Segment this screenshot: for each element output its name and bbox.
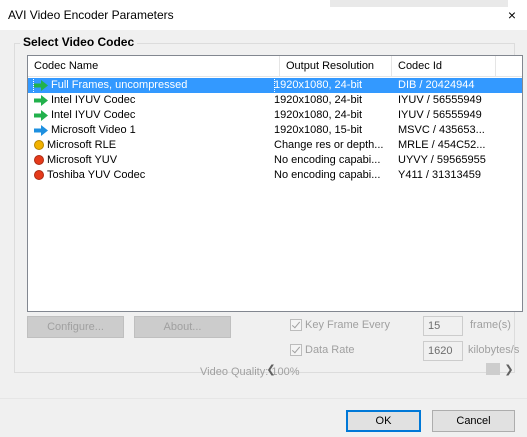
codec-row[interactable]: Toshiba YUV Codec No encoding capabi... Y4…: [28, 168, 522, 183]
codec-row[interactable]: Microsoft Video 1 1920x1080, 15-bit MSVC /…: [28, 123, 522, 138]
data-rate-label: Data Rate: [305, 344, 355, 356]
column-header-output-resolution[interactable]: Output Resolution: [280, 56, 392, 76]
configure-button[interactable]: Configure...: [27, 316, 124, 338]
list-header: Codec Name Output Resolution Codec Id: [28, 56, 522, 77]
yellow-dot-icon: [34, 140, 44, 151]
codec-name-cell: Intel IYUV Codec: [34, 108, 274, 123]
codec-row[interactable]: Intel IYUV Codec 1920x1080, 24-bit IYUV / …: [28, 108, 522, 123]
codec-id-cell: MSVC / 435653...: [398, 124, 485, 136]
title-bar: AVI Video Encoder Parameters ×: [0, 0, 527, 30]
codec-name: Microsoft YUV: [47, 154, 118, 166]
codec-name: Toshiba YUV Codec: [47, 169, 146, 181]
data-rate-input[interactable]: 1620: [423, 341, 463, 361]
codec-row[interactable]: Microsoft YUV No encoding capabi... UYVY /…: [28, 153, 522, 168]
codec-row[interactable]: Microsoft RLE Change res or depth... MRLE …: [28, 138, 522, 153]
data-rate-unit: kilobytes/s: [468, 344, 520, 356]
codec-name-cell: Full Frames, uncompressed: [33, 77, 275, 94]
green-arrow-icon: [34, 109, 48, 121]
codec-id-cell: IYUV / 56555949: [398, 109, 482, 121]
close-button[interactable]: ×: [497, 0, 527, 30]
about-button[interactable]: About...: [134, 316, 231, 338]
codec-name-cell: Microsoft Video 1: [34, 123, 274, 138]
output-resolution-cell: 1920x1080, 24-bit: [274, 109, 363, 121]
output-resolution-cell: 1920x1080, 24-bit: [274, 94, 363, 106]
green-arrow-icon: [34, 94, 48, 106]
column-header-codec-name[interactable]: Codec Name: [28, 56, 280, 76]
codec-id-cell: MRLE / 454C52...: [398, 139, 486, 151]
red-dot-icon: [34, 170, 44, 181]
video-quality-label: Video Quality: 100%: [200, 366, 300, 378]
codec-list[interactable]: Codec Name Output Resolution Codec Id Fu…: [27, 55, 523, 312]
key-frame-label: Key Frame Every: [305, 319, 390, 331]
codec-row[interactable]: Full Frames, uncompressed 1920x1080, 24-b…: [28, 77, 522, 94]
key-frame-input[interactable]: 15: [423, 316, 463, 336]
data-rate-checkbox[interactable]: [290, 344, 302, 356]
codec-name-cell: Intel IYUV Codec: [34, 93, 274, 108]
group-label: Select Video Codec: [20, 35, 138, 49]
footer-divider: [0, 398, 527, 399]
quality-scroll-left-icon[interactable]: ❮: [264, 363, 278, 377]
codec-id-cell: DIB / 20424944: [398, 79, 475, 91]
codec-name: Full Frames, uncompressed: [51, 79, 188, 91]
key-frame-unit: frame(s): [470, 319, 511, 331]
codec-name: Intel IYUV Codec: [51, 109, 136, 121]
window-title: AVI Video Encoder Parameters: [8, 8, 174, 22]
column-header-codec-id[interactable]: Codec Id: [392, 56, 496, 76]
codec-name-cell: Microsoft YUV: [34, 153, 274, 168]
output-resolution-cell: 1920x1080, 15-bit: [274, 124, 363, 136]
codec-name-cell: Microsoft RLE: [34, 138, 274, 153]
blue-arrow-icon: [34, 124, 48, 136]
codec-name-cell: Toshiba YUV Codec: [34, 168, 274, 183]
codec-id-cell: UYVY / 59565955: [398, 154, 486, 166]
green-arrow-icon: [34, 79, 48, 91]
codec-id-cell: IYUV / 56555949: [398, 94, 482, 106]
key-frame-checkbox[interactable]: [290, 319, 302, 331]
cancel-button[interactable]: Cancel: [432, 410, 515, 432]
codec-name: Intel IYUV Codec: [51, 94, 136, 106]
red-dot-icon: [34, 155, 44, 166]
codec-row[interactable]: Intel IYUV Codec 1920x1080, 24-bit IYUV / …: [28, 93, 522, 108]
output-resolution-cell: Change res or depth...: [274, 139, 384, 151]
output-resolution-cell: No encoding capabi...: [274, 169, 381, 181]
title-strip: [330, 0, 508, 7]
quality-slider-thumb[interactable]: [486, 363, 500, 375]
quality-scroll-right-icon[interactable]: ❯: [502, 363, 516, 377]
codec-name: Microsoft Video 1: [51, 124, 136, 136]
codec-name: Microsoft RLE: [47, 139, 117, 151]
output-resolution-cell: 1920x1080, 24-bit: [274, 79, 363, 91]
output-resolution-cell: No encoding capabi...: [274, 154, 381, 166]
ok-button[interactable]: OK: [346, 410, 421, 432]
codec-id-cell: Y411 / 31313459: [398, 169, 481, 181]
